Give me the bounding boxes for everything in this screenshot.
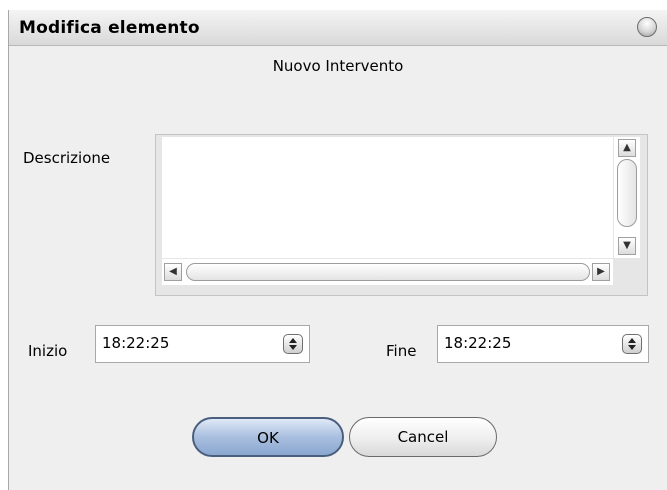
descrizione-label: Descrizione (23, 149, 111, 167)
ok-button[interactable]: OK (192, 417, 344, 457)
dialog-titlebar[interactable]: Modifica elemento (9, 10, 667, 46)
inizio-time-input[interactable] (102, 334, 252, 352)
dialog-title: Modifica elemento (19, 18, 200, 38)
inizio-time-spinner (95, 325, 310, 363)
arrow-right-icon[interactable]: ▶ (592, 263, 610, 281)
vertical-scrollbar[interactable]: ▲ ▼ (614, 137, 640, 258)
edit-element-dialog: Modifica elemento Nuovo Intervento Descr… (8, 10, 667, 490)
descrizione-textarea[interactable] (162, 137, 613, 258)
spinner-updown-icon[interactable] (622, 334, 642, 354)
fine-time-input[interactable] (444, 334, 594, 352)
fine-label: Fine (386, 342, 417, 360)
horizontal-scrollbar[interactable]: ◀ ▶ (162, 259, 613, 285)
horizontal-scroll-thumb[interactable] (186, 263, 590, 281)
arrow-up-icon[interactable]: ▲ (618, 139, 636, 157)
dialog-subtitle: Nuovo Intervento (272, 57, 404, 75)
window-orb-icon[interactable] (637, 17, 657, 37)
fine-time-spinner (437, 325, 649, 363)
inizio-label: Inizio (28, 342, 68, 360)
spinner-updown-icon[interactable] (283, 334, 303, 354)
arrow-down-icon[interactable]: ▼ (618, 237, 636, 255)
cancel-button[interactable]: Cancel (349, 417, 497, 457)
vertical-scroll-thumb[interactable] (617, 159, 637, 227)
arrow-left-icon[interactable]: ◀ (164, 263, 182, 281)
descrizione-scrollpane: ▲ ▼ ◀ ▶ (155, 134, 648, 296)
